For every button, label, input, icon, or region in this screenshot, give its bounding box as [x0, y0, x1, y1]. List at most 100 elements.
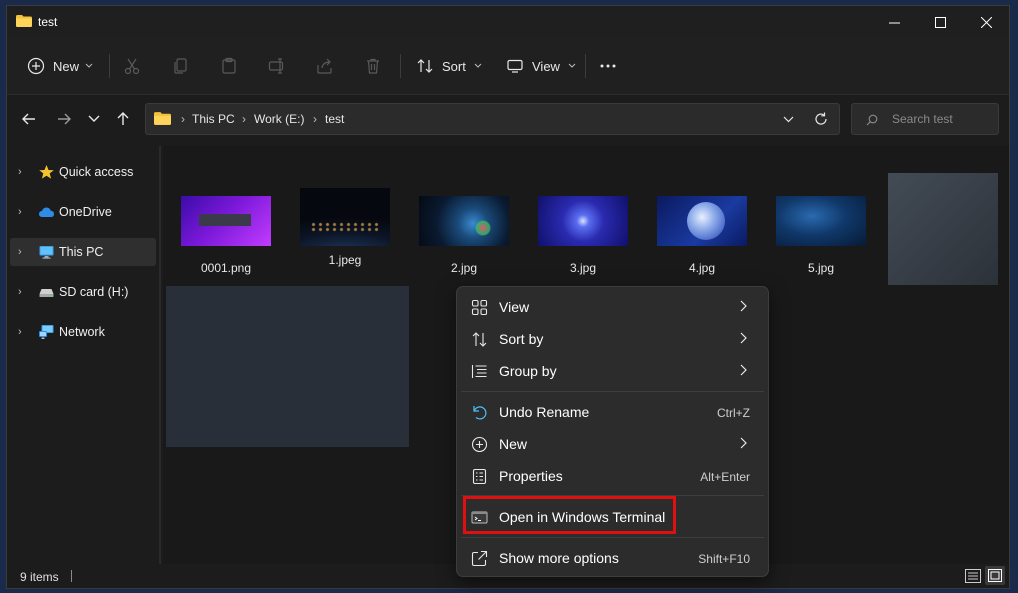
folder-icon — [16, 15, 32, 27]
chevron-down-icon — [85, 63, 93, 68]
maximize-button[interactable] — [917, 6, 963, 38]
sort-icon — [472, 332, 487, 347]
item-count: 9 items — [20, 570, 59, 584]
file-item-4-jpg[interactable]: 4.jpg — [657, 196, 747, 276]
chevron-down-icon — [88, 115, 100, 122]
file-name: 3.jpg — [569, 261, 597, 275]
details-view-icon[interactable] — [965, 569, 981, 583]
plus-circle-icon — [471, 436, 488, 453]
menu-shortcut: Ctrl+Z — [717, 406, 750, 420]
menu-label: Group by — [499, 363, 557, 379]
chevron-right-icon — [740, 437, 747, 449]
view-button[interactable]: View — [506, 52, 576, 80]
undo-icon — [473, 406, 487, 420]
arrow-right-icon — [58, 113, 71, 125]
highlight-box — [463, 496, 676, 534]
title-bar[interactable]: test — [7, 6, 1009, 38]
thumbnail — [419, 196, 509, 246]
menu-separator — [461, 537, 764, 538]
cut-button[interactable] — [123, 52, 141, 80]
trash-icon — [367, 58, 379, 74]
file-name: 4.jpg — [688, 261, 716, 275]
computer-icon — [39, 246, 54, 259]
nav-item-network[interactable]: › Network — [10, 318, 156, 346]
thumbnail — [181, 196, 271, 246]
sort-label: Sort — [442, 58, 466, 74]
selection-rectangle — [166, 286, 409, 447]
back-button[interactable] — [17, 107, 41, 131]
file-item-1-jpeg[interactable]: 1.jpeg — [300, 188, 390, 276]
group-list-icon — [471, 365, 487, 378]
thumbnail — [776, 196, 866, 246]
properties-icon — [472, 468, 487, 485]
chevron-right-icon[interactable]: › — [18, 166, 22, 178]
close-icon — [980, 16, 992, 28]
chevron-down-icon[interactable] — [783, 116, 794, 123]
menu-item-undo-rename[interactable]: Undo Rename Ctrl+Z — [461, 396, 764, 428]
file-item-3-jpg[interactable]: 3.jpg — [538, 196, 628, 276]
close-button[interactable] — [963, 6, 1009, 38]
file-item-2-jpg[interactable]: 2.jpg — [419, 196, 509, 276]
breadcrumb-test[interactable]: test — [325, 112, 344, 126]
folder-icon — [154, 112, 171, 125]
breadcrumb-work-e[interactable]: Work (E:) — [254, 112, 304, 126]
share-button[interactable] — [316, 52, 334, 80]
file-item-5-jpg[interactable]: 5.jpg — [776, 196, 866, 276]
minimize-button[interactable] — [871, 6, 917, 38]
nav-item-quick-access[interactable]: › Quick access — [10, 158, 156, 186]
share-icon — [317, 58, 332, 74]
address-bar[interactable]: › This PC › Work (E:) › test — [145, 103, 840, 135]
view-label: View — [532, 58, 560, 74]
chevron-right-icon[interactable]: › — [18, 286, 22, 298]
refresh-icon[interactable] — [814, 112, 828, 126]
file-name: 2.jpg — [450, 261, 478, 275]
menu-label: Properties — [499, 468, 563, 484]
thumbnail — [657, 196, 747, 246]
chevron-down-icon — [474, 63, 482, 68]
menu-item-show-more-options[interactable]: Show more options Shift+F10 — [461, 542, 764, 574]
menu-item-sort-by[interactable]: Sort by — [461, 323, 764, 355]
window-title: test — [38, 15, 58, 29]
open-external-icon — [471, 550, 488, 567]
nav-item-onedrive[interactable]: › OneDrive — [10, 198, 156, 226]
more-options-button[interactable] — [599, 52, 617, 80]
tiles-view-button[interactable] — [985, 566, 1005, 585]
file-item-partial[interactable] — [888, 173, 998, 285]
monitor-icon — [507, 59, 523, 73]
menu-item-new[interactable]: New — [461, 428, 764, 460]
copy-button[interactable] — [172, 52, 190, 80]
breadcrumb-chevron: › — [313, 112, 317, 126]
more-icon — [600, 64, 616, 68]
nav-item-sd-card[interactable]: › SD card (H:) — [10, 278, 156, 306]
file-name: 1.jpeg — [328, 253, 362, 267]
up-button[interactable] — [111, 107, 135, 131]
menu-item-properties[interactable]: Properties Alt+Enter — [461, 460, 764, 492]
breadcrumb-this-pc[interactable]: This PC — [192, 112, 235, 126]
search-icon — [866, 114, 878, 126]
forward-button[interactable] — [52, 107, 76, 131]
nav-label: This PC — [59, 245, 104, 259]
menu-item-group-by[interactable]: Group by — [461, 355, 764, 387]
chevron-right-icon[interactable]: › — [18, 326, 22, 338]
pane-splitter[interactable] — [159, 146, 161, 566]
new-button[interactable]: New — [27, 52, 93, 80]
delete-button[interactable] — [364, 52, 382, 80]
plus-circle-icon — [27, 57, 45, 75]
address-row: › This PC › Work (E:) › test Search test — [7, 95, 1009, 143]
recent-locations-button[interactable] — [82, 107, 106, 131]
search-box[interactable]: Search test — [851, 103, 999, 135]
nav-item-this-pc[interactable]: › This PC — [10, 238, 156, 266]
chevron-down-icon — [568, 63, 576, 68]
status-separator — [71, 570, 72, 582]
menu-item-view[interactable]: View — [461, 291, 764, 323]
rename-button[interactable] — [268, 52, 286, 80]
file-name: 5.jpg — [807, 261, 835, 275]
file-item-0001-png[interactable]: 0001.png — [181, 196, 271, 276]
chevron-right-icon[interactable]: › — [18, 206, 22, 218]
sort-button[interactable]: Sort — [416, 52, 482, 80]
breadcrumb-chevron: › — [181, 112, 185, 126]
paste-button[interactable] — [220, 52, 238, 80]
grid-icon — [471, 299, 488, 316]
chevron-right-icon — [740, 300, 747, 312]
chevron-right-icon[interactable]: › — [18, 246, 22, 258]
